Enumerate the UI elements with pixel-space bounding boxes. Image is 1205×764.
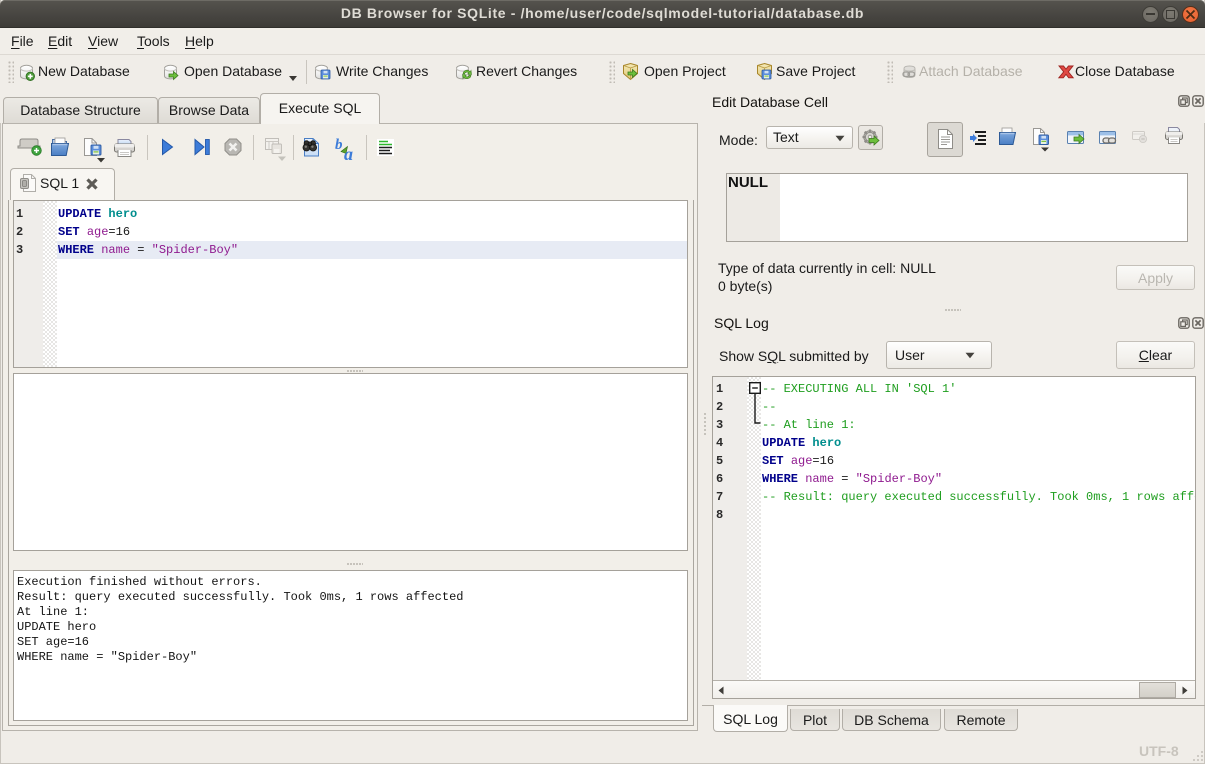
svg-text:a: a — [344, 144, 353, 164]
